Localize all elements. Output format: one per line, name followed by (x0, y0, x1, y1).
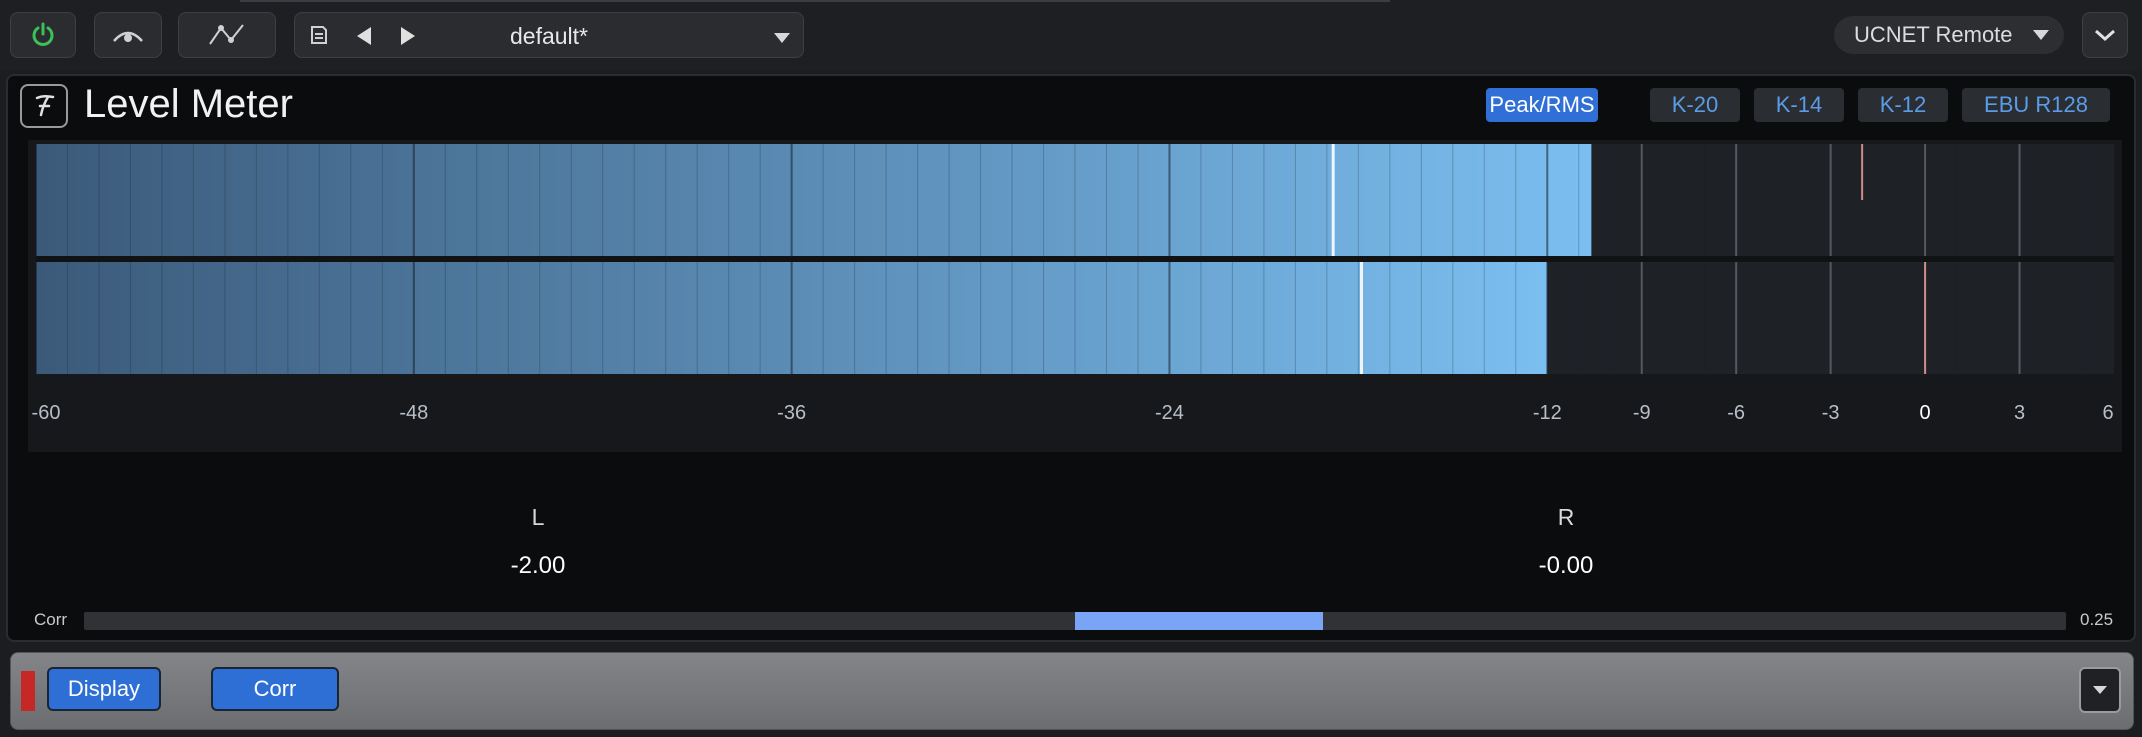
chevron-down-icon (2033, 30, 2049, 40)
expand-button[interactable] (2082, 12, 2128, 58)
scale-label: -9 (1632, 402, 1651, 424)
dropdown-icon[interactable] (773, 32, 791, 44)
automation-button[interactable] (178, 12, 276, 58)
scale-label: 3 (2013, 402, 2026, 424)
level-meter-display (28, 140, 2122, 452)
preset-name: default* (509, 23, 588, 49)
mode-k14-button[interactable]: K-14 (1754, 88, 1844, 122)
scale-label: -6 (1727, 402, 1746, 424)
mode-ebu-r128-button[interactable]: EBU R128 (1962, 88, 2110, 122)
preset-selector[interactable]: default* (294, 12, 804, 58)
meter-bars (28, 140, 2122, 452)
plugin-bottom-bar: Display Corr (10, 652, 2134, 730)
correlation-label: Corr (34, 610, 68, 629)
channel-name-r: R (1557, 504, 1575, 530)
correlation-fill (1075, 612, 1323, 630)
toolbar-divider (240, 0, 1390, 2)
scale-label: 0 (1919, 402, 1931, 424)
scale-label: 6 (2102, 402, 2114, 424)
scale-label: -24 (1155, 402, 1184, 424)
power-icon (32, 22, 54, 46)
correlation-value: 0.25 (2080, 610, 2114, 629)
power-button[interactable] (10, 12, 76, 58)
compare-button[interactable] (94, 12, 162, 58)
fender-logo-icon (20, 84, 68, 128)
display-button[interactable]: Display (47, 667, 161, 711)
level-meter-plugin: Level Meter Peak/RMS K-20 K-14 K-12 EBU … (6, 74, 2136, 642)
chevron-down-icon (2093, 686, 2107, 694)
plugin-title: Level Meter (84, 82, 293, 126)
correlation-meter (84, 612, 2066, 630)
mode-k12-button[interactable]: K-12 (1858, 88, 1948, 122)
remote-label: UCNET Remote (1854, 22, 2013, 47)
mode-k20-button[interactable]: K-20 (1650, 88, 1740, 122)
scale-label: -48 (399, 402, 429, 424)
automation-icon (209, 24, 244, 45)
record-indicator (21, 671, 35, 711)
compare-icon (113, 31, 143, 42)
options-dropdown-button[interactable] (2079, 667, 2121, 713)
scale-label: -60 (31, 402, 61, 424)
corr-button[interactable]: Corr (211, 667, 339, 711)
channel-peak-value-l: -2.00 (510, 552, 566, 579)
mode-peak-rms-button[interactable]: Peak/RMS (1486, 88, 1598, 122)
host-toolbar: default* UCNET Remote (0, 0, 2142, 70)
expand-icon (2095, 29, 2115, 42)
channel-separator (36, 256, 2114, 262)
scale-label: -3 (1821, 402, 1840, 424)
scale-label: -36 (777, 402, 807, 424)
ucnet-remote-selector[interactable]: UCNET Remote (1834, 16, 2064, 54)
scale-label: -12 (1532, 402, 1562, 424)
channel-peak-value-r: -0.00 (1538, 552, 1594, 579)
channel-name-l: L (531, 504, 545, 530)
